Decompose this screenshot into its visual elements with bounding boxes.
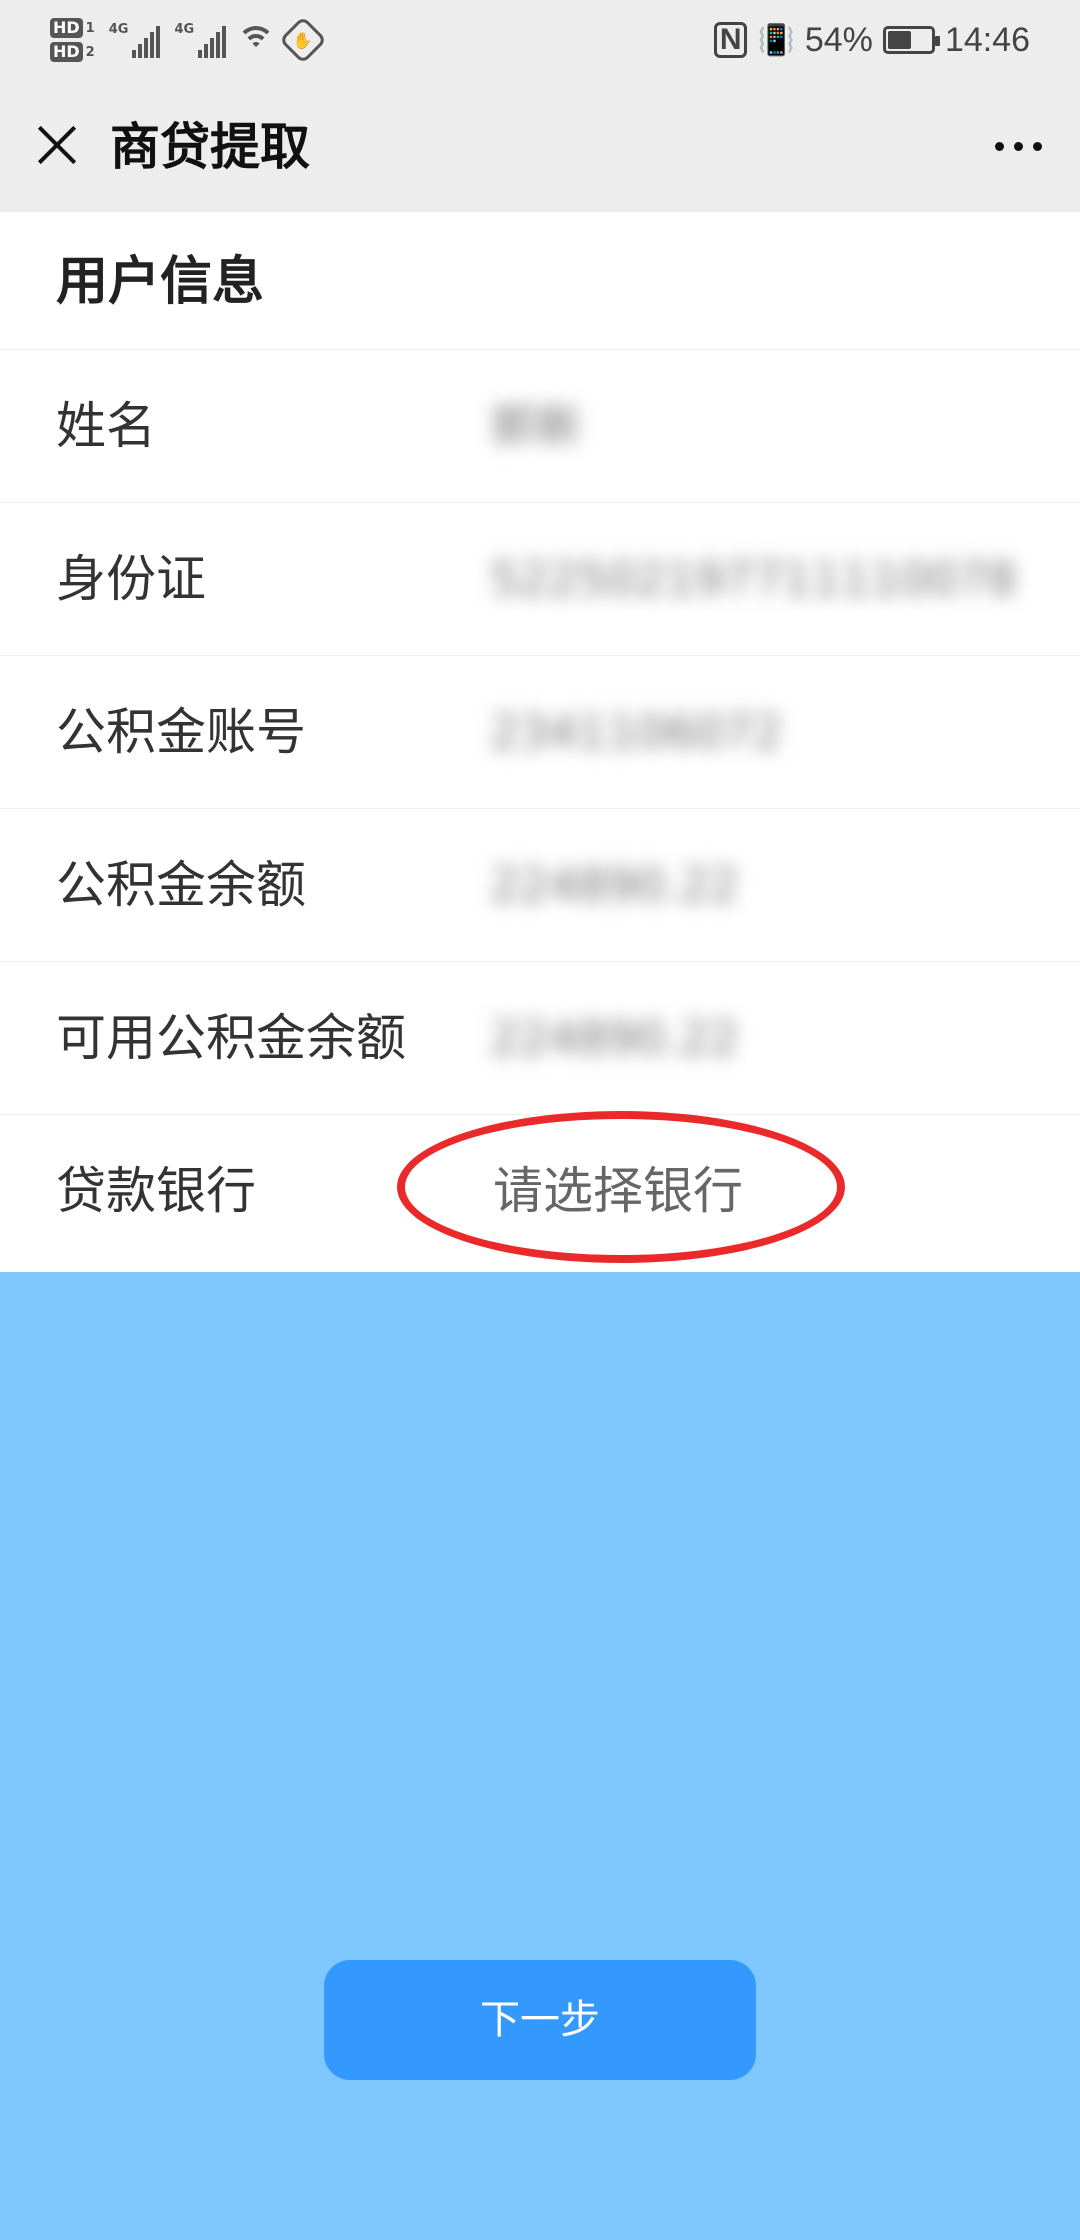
hd-icon: HD bbox=[50, 42, 83, 62]
hd-indicators: HD 1 HD 2 bbox=[50, 18, 95, 62]
page-title: 商贷提取 bbox=[110, 118, 310, 176]
nfc-icon: N bbox=[713, 22, 748, 58]
user-info-card: 用户信息 姓名 郭新 身份证 522502197711110078 公积金账号 … bbox=[0, 212, 1080, 1272]
battery-percent: 54% bbox=[804, 20, 873, 59]
hand-shield-icon: ✋ bbox=[279, 15, 328, 65]
status-left: HD 1 HD 2 4G 4G ✋ bbox=[50, 10, 328, 70]
sim1-hd: HD 1 bbox=[50, 18, 95, 38]
network-type-1: 4G bbox=[108, 22, 129, 37]
row-label: 可用公积金余额 bbox=[56, 1009, 406, 1067]
info-row-id-card: 身份证 522502197711110078 bbox=[0, 502, 1080, 655]
row-value: 522502197711110078 bbox=[490, 552, 1017, 606]
more-options-icon[interactable] bbox=[986, 124, 1050, 168]
status-right: N 📳 54% 14:46 bbox=[713, 14, 1030, 66]
row-value: 郭新 bbox=[490, 399, 582, 453]
close-icon[interactable] bbox=[28, 116, 86, 174]
row-label: 贷款银行 bbox=[56, 1162, 256, 1220]
sim2-number: 2 bbox=[85, 44, 95, 60]
row-label: 公积金账号 bbox=[56, 703, 306, 761]
signal-icon: 4G bbox=[109, 22, 161, 58]
highlight-circle bbox=[397, 1111, 845, 1263]
clock: 14:46 bbox=[944, 20, 1030, 59]
info-row-name: 姓名 郭新 bbox=[0, 349, 1080, 502]
signal-icon: 4G bbox=[174, 22, 227, 58]
row-label: 公积金余额 bbox=[56, 856, 306, 914]
row-label: 身份证 bbox=[56, 550, 206, 608]
info-row-available-balance: 可用公积金余额 224890.22 bbox=[0, 961, 1080, 1114]
sim2-hd: HD 2 bbox=[50, 42, 95, 62]
battery-icon bbox=[882, 26, 940, 54]
wifi-icon bbox=[236, 24, 276, 56]
row-value: 2341106072 bbox=[490, 705, 783, 759]
hd-icon: HD bbox=[50, 18, 83, 38]
section-title: 用户信息 bbox=[56, 252, 265, 312]
lower-background bbox=[0, 1272, 1080, 2240]
nav-bar: 商贷提取 bbox=[0, 80, 1080, 212]
network-type-2: 4G bbox=[174, 22, 195, 37]
row-label: 姓名 bbox=[56, 397, 156, 455]
info-row-fund-account: 公积金账号 2341106072 bbox=[0, 655, 1080, 808]
row-value: 224890.22 bbox=[490, 858, 739, 912]
row-value: 224890.22 bbox=[490, 1011, 739, 1065]
status-bar: HD 1 HD 2 4G 4G ✋ N 📳 54% 14:46 bbox=[0, 0, 1080, 80]
vibrate-icon: 📳 bbox=[757, 23, 795, 57]
next-step-button[interactable]: 下一步 bbox=[324, 1960, 756, 2080]
sim1-number: 1 bbox=[85, 20, 95, 36]
battery-fill bbox=[887, 31, 911, 49]
info-row-fund-balance: 公积金余额 224890.22 bbox=[0, 808, 1080, 961]
